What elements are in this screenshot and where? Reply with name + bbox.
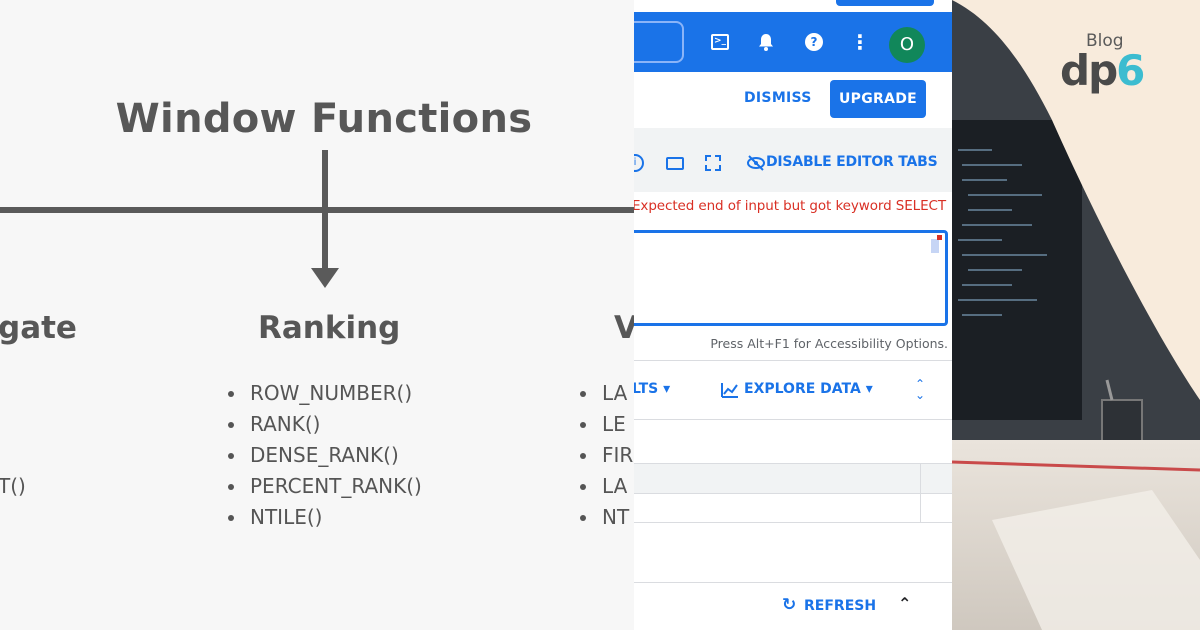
list-item: DENSE_RANK() [228,440,422,471]
cloud-shell-icon[interactable]: >_ [710,32,730,52]
dismiss-button[interactable]: DISMISS [744,90,812,106]
results-label: LTS [634,381,659,397]
list-item: PERCENT_RANK() [228,471,422,502]
table-row [634,493,952,523]
table-row [634,463,952,493]
expand-icon[interactable]: ⌃ ⌄ [912,378,928,401]
upgrade-button[interactable]: UPGRADE [830,80,926,118]
list-item: FIR [580,440,633,471]
disable-editor-tabs-button[interactable]: DISABLE EDITOR TABS [766,154,938,170]
list-item: LA [580,378,633,409]
bigquery-console-screenshot: >_ ? ⋮ O DISMISS UPGRADE i DISABLE EDITO… [634,0,952,630]
dp6-logo: dp6 [1060,46,1145,95]
accessibility-hint: Press Alt+F1 for Accessibility Options. [710,336,948,351]
top-button-edge[interactable] [836,0,934,6]
list-item: LE [580,409,633,440]
logo-main: dp [1060,46,1118,95]
info-icon[interactable]: i [634,154,644,172]
list-item: NTILE() [228,502,422,533]
error-marker [937,235,942,240]
explore-data-label: EXPLORE DATA [744,381,861,397]
editor-scrollbar[interactable] [931,239,939,253]
chevron-up-icon[interactable]: ⌃ [898,596,914,612]
results-dropdown[interactable]: LTS ▾ [634,381,670,397]
logo-accent: 6 [1116,46,1145,95]
bell-icon[interactable] [756,32,776,52]
avatar[interactable]: O [889,27,925,63]
diagram-vertical-line [322,150,328,272]
search-input[interactable] [634,21,684,63]
window-functions-diagram: Window Functions gate Ranking V T() ROW_… [0,0,634,630]
column-heading-value: V [614,310,634,346]
refresh-button[interactable]: REFRESH [804,598,876,614]
visibility-off-icon[interactable] [746,154,765,172]
column-separator [920,463,921,523]
explore-data-dropdown[interactable]: EXPLORE DATA ▾ [744,381,873,397]
fullscreen-icon[interactable] [704,154,722,172]
keyboard-icon[interactable] [666,154,684,172]
chart-icon [720,381,740,399]
diagram-title: Window Functions [115,96,533,142]
editor-toolbar: i DISABLE EDITOR TABS [634,128,952,192]
results-toolbar: LTS ▾ EXPLORE DATA ▾ ⌃ ⌄ [634,361,952,419]
error-message: Expected end of input but got keyword SE… [634,198,946,214]
ranking-function-list: ROW_NUMBER() RANK() DENSE_RANK() PERCENT… [228,378,422,533]
divider [634,582,952,583]
query-editor-input[interactable] [634,230,948,326]
brand-panel: Blog dp6 [952,0,1200,630]
list-item: RANK() [228,409,422,440]
column-heading-aggregate: gate [0,310,77,346]
value-function-list: LA LE FIR LA NT [580,378,633,533]
list-item: ROW_NUMBER() [228,378,422,409]
more-vert-icon[interactable]: ⋮ [850,32,870,52]
list-item [0,409,26,440]
top-app-bar: >_ ? ⋮ O [634,12,952,72]
table-row [634,419,952,463]
list-item: T() [0,474,26,498]
help-icon[interactable]: ? [804,32,824,52]
refresh-icon[interactable]: ↻ [782,596,800,614]
results-table [634,419,952,523]
chevron-down-icon: ▾ [663,381,671,397]
chevron-down-icon: ▾ [865,381,873,397]
diagram-arrow-down-icon [311,268,339,288]
list-item: LA [580,471,633,502]
list-item: NT [580,502,633,533]
aggregate-function-list: T() [0,378,26,502]
diagram-horizontal-line [0,207,634,213]
list-item [0,440,26,471]
list-item [0,378,26,409]
column-heading-ranking: Ranking [258,310,401,346]
